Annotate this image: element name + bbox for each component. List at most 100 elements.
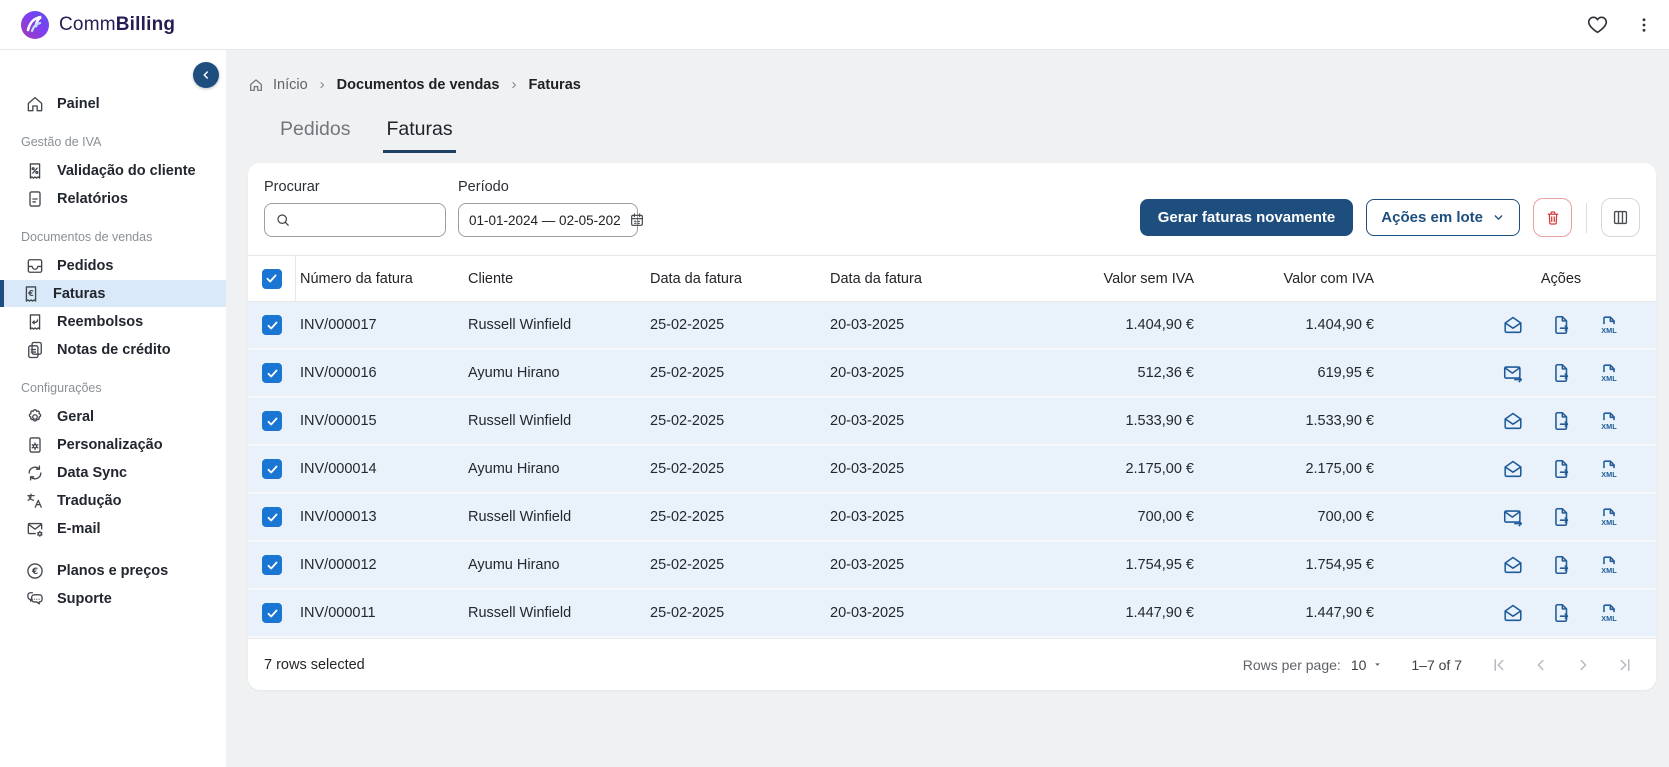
row-checkbox[interactable] <box>262 459 282 479</box>
download-xml-button[interactable]: XML <box>1598 554 1620 576</box>
sidebar-item-data-sync[interactable]: Data Sync <box>0 459 226 486</box>
download-xml-button[interactable]: XML <box>1598 314 1620 336</box>
send-email-button[interactable] <box>1502 410 1524 432</box>
envelope-open-icon <box>1502 410 1524 432</box>
download-xml-button[interactable]: XML <box>1598 458 1620 480</box>
sidebar-item-label: Data Sync <box>57 465 127 481</box>
table-footer: 7 rows selected Rows per page: 10 1–7 of… <box>248 638 1656 690</box>
overflow-menu-button[interactable] <box>1635 15 1653 35</box>
export-document-button[interactable] <box>1550 314 1572 336</box>
sidebar-section-documentos-vendas: Documentos de vendas <box>0 230 226 244</box>
cell-invoice-date: 25-02-2025 <box>646 461 826 477</box>
row-checkbox[interactable] <box>262 507 282 527</box>
send-email-button[interactable] <box>1502 506 1524 528</box>
download-xml-button[interactable]: XML <box>1598 410 1620 432</box>
col-header-due-date[interactable]: Data da fatura <box>826 271 1006 287</box>
next-page-button[interactable] <box>1574 656 1592 674</box>
download-xml-button[interactable]: XML <box>1598 506 1620 528</box>
download-xml-button[interactable]: XML <box>1598 602 1620 624</box>
sidebar-item-faturas[interactable]: € Faturas <box>0 280 226 307</box>
table-row[interactable]: INV/000013 Russell Winfield 25-02-2025 2… <box>248 494 1656 542</box>
tab-faturas[interactable]: Faturas <box>383 118 455 153</box>
col-header-invoice-date[interactable]: Data da fatura <box>646 271 826 287</box>
row-checkbox[interactable] <box>262 363 282 383</box>
table-row[interactable]: INV/000014 Ayumu Hirano 25-02-2025 20-03… <box>248 446 1656 494</box>
sidebar-item-relatorios[interactable]: Relatórios <box>0 185 226 212</box>
cell-client: Russell Winfield <box>464 605 646 621</box>
delete-button[interactable] <box>1533 198 1572 237</box>
batch-actions-button[interactable]: Ações em lote <box>1366 199 1520 236</box>
first-page-button[interactable] <box>1490 656 1508 674</box>
send-email-button[interactable] <box>1502 314 1524 336</box>
row-checkbox[interactable] <box>262 411 282 431</box>
select-all-checkbox[interactable] <box>262 269 282 289</box>
invoices-card: Procurar Período 01-01-2024 — 02-05-202 <box>248 163 1656 690</box>
chevron-down-icon <box>1492 211 1505 224</box>
xml-file-icon: XML <box>1598 602 1620 624</box>
export-document-button[interactable] <box>1550 602 1572 624</box>
col-header-client[interactable]: Cliente <box>464 271 646 287</box>
regenerate-invoices-button[interactable]: Gerar faturas novamente <box>1140 199 1354 236</box>
breadcrumb-documentos-vendas[interactable]: Documentos de vendas <box>337 77 500 93</box>
sidebar-item-notas-credito[interactable]: Notas de crédito <box>0 336 226 363</box>
export-document-button[interactable] <box>1550 554 1572 576</box>
check-icon <box>266 463 279 476</box>
sync-icon <box>25 463 45 483</box>
sidebar-item-suporte[interactable]: Suporte <box>0 585 226 612</box>
sidebar-item-reembolsos[interactable]: Reembolsos <box>0 308 226 335</box>
download-xml-button[interactable]: XML <box>1598 362 1620 384</box>
sidebar-item-label: Geral <box>57 409 94 425</box>
col-header-gross[interactable]: Valor com IVA <box>1196 271 1376 287</box>
rows-per-page-select[interactable]: 10 <box>1351 657 1384 673</box>
sidebar-item-validacao-cliente[interactable]: Validação do cliente <box>0 157 226 184</box>
kebab-menu-icon <box>1635 15 1653 35</box>
col-header-net[interactable]: Valor sem IVA <box>1006 271 1196 287</box>
export-document-button[interactable] <box>1550 410 1572 432</box>
check-icon <box>266 319 279 332</box>
column-settings-button[interactable] <box>1601 198 1640 237</box>
check-icon <box>266 559 279 572</box>
row-checkbox[interactable] <box>262 555 282 575</box>
brand: CommBilling <box>20 10 175 40</box>
table-row[interactable]: INV/000012 Ayumu Hirano 25-02-2025 20-03… <box>248 542 1656 590</box>
sidebar-item-planos-precos[interactable]: € Planos e preços <box>0 557 226 584</box>
sidebar-section-gestao-iva: Gestão de IVA <box>0 135 226 149</box>
period-input[interactable]: 01-01-2024 — 02-05-202 <box>458 203 638 237</box>
cell-gross: 1.754,95 € <box>1196 557 1376 573</box>
tabs: Pedidos Faturas <box>277 118 1669 153</box>
breadcrumb-inicio[interactable]: Início <box>273 77 308 93</box>
cell-invoice-number: INV/000013 <box>296 509 464 525</box>
export-document-button[interactable] <box>1550 458 1572 480</box>
favorites-button[interactable] <box>1586 13 1609 36</box>
send-email-button[interactable] <box>1502 362 1524 384</box>
breadcrumb-home-icon[interactable] <box>248 77 264 93</box>
send-email-button[interactable] <box>1502 554 1524 576</box>
sidebar-item-personalizacao[interactable]: Personalização <box>0 431 226 458</box>
sidebar-collapse-button[interactable] <box>193 62 219 88</box>
export-document-button[interactable] <box>1550 506 1572 528</box>
export-document-button[interactable] <box>1550 362 1572 384</box>
tab-pedidos[interactable]: Pedidos <box>277 118 353 153</box>
table-row[interactable]: INV/000011 Russell Winfield 25-02-2025 2… <box>248 590 1656 638</box>
search-input[interactable] <box>299 212 439 228</box>
sidebar-item-email[interactable]: E-mail <box>0 515 226 542</box>
row-checkbox[interactable] <box>262 315 282 335</box>
xml-file-icon: XML <box>1598 362 1620 384</box>
sidebar-item-traducao[interactable]: Tradução <box>0 487 226 514</box>
last-page-button[interactable] <box>1616 656 1634 674</box>
sidebar-item-painel[interactable]: Painel <box>0 90 226 117</box>
send-email-button[interactable] <box>1502 458 1524 480</box>
envelope-gear-icon <box>25 519 45 539</box>
send-email-button[interactable] <box>1502 602 1524 624</box>
sidebar-item-pedidos[interactable]: Pedidos <box>0 252 226 279</box>
sidebar-item-geral[interactable]: Geral <box>0 403 226 430</box>
col-header-number[interactable]: Número da fatura <box>296 271 464 287</box>
table-row[interactable]: INV/000016 Ayumu Hirano 25-02-2025 20-03… <box>248 350 1656 398</box>
table-row[interactable]: INV/000015 Russell Winfield 25-02-2025 2… <box>248 398 1656 446</box>
sidebar-item-label: Notas de crédito <box>57 342 171 358</box>
breadcrumb-separator: › <box>317 76 328 93</box>
row-checkbox[interactable] <box>262 603 282 623</box>
previous-page-button[interactable] <box>1532 656 1550 674</box>
table-row[interactable]: INV/000017 Russell Winfield 25-02-2025 2… <box>248 302 1656 350</box>
cell-net: 2.175,00 € <box>1006 461 1196 477</box>
